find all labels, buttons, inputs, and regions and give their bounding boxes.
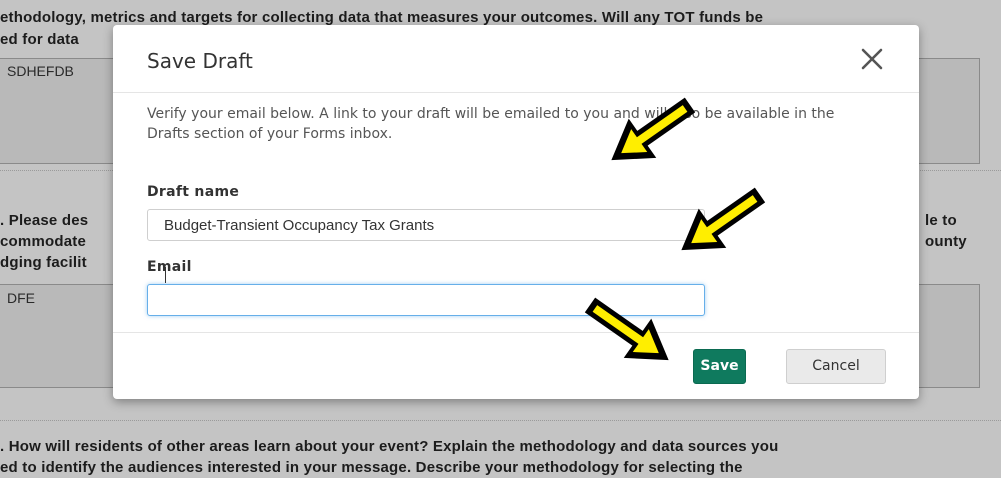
dialog-body: Verify your email below. A link to your … (113, 93, 919, 331)
email-input[interactable] (147, 284, 705, 316)
draft-name-input[interactable] (147, 209, 705, 241)
question-text: ethodology, metrics and targets for coll… (0, 9, 764, 26)
question-text: commodate (0, 233, 86, 250)
question-text: . Please des (0, 212, 89, 229)
email-label: Email (147, 259, 192, 275)
close-icon[interactable] (857, 43, 887, 73)
question-text: le to (925, 212, 957, 229)
question-text: ed to identify the audiences interested … (0, 459, 743, 476)
cancel-button[interactable]: Cancel (786, 349, 886, 384)
close-button[interactable] (857, 43, 887, 73)
save-button[interactable]: Save (693, 349, 746, 384)
question-text: . How will residents of other areas lear… (0, 438, 779, 455)
divider (0, 420, 1001, 421)
dialog-header: Save Draft (113, 25, 919, 93)
question-text: dging facilit (0, 254, 87, 271)
draft-name-label: Draft name (147, 184, 240, 200)
dialog-footer: Save Cancel (113, 332, 919, 400)
text-cursor (165, 267, 166, 283)
answer-text: SDHEFDB (7, 63, 74, 79)
answer-text: DFE (7, 290, 35, 306)
question-text: ounty (925, 233, 967, 250)
dialog-title: Save Draft (147, 49, 253, 73)
save-draft-dialog: Save Draft Verify your email below. A li… (113, 25, 919, 399)
dialog-instructions: Verify your email below. A link to your … (147, 106, 835, 142)
question-text: ed for data (0, 31, 79, 48)
